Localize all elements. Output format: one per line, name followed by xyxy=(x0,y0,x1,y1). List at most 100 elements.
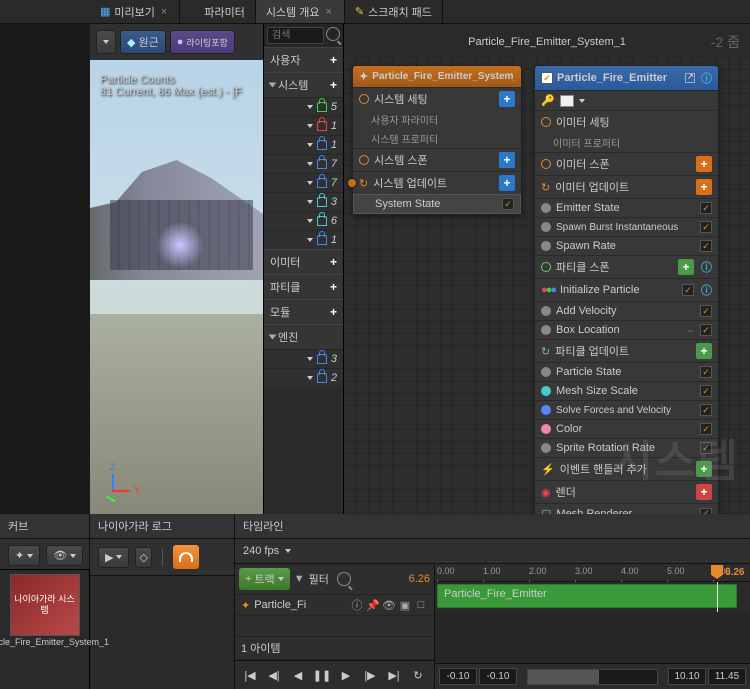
plus-icon[interactable]: + xyxy=(330,280,337,294)
system-node[interactable]: ✦ Particle_Fire_Emitter_System_1 시스템 세팅 … xyxy=(352,65,522,215)
plus-icon[interactable]: + xyxy=(330,78,337,92)
info-icon[interactable]: ⓘ xyxy=(701,259,712,275)
param-row[interactable]: 7 xyxy=(264,173,343,192)
track-row[interactable]: ✦ Particle_Fi ⓘ 📌 👁 ▣ □ xyxy=(235,595,434,616)
goto-end-button[interactable]: ▶| xyxy=(383,665,405,685)
solo-icon[interactable]: □ xyxy=(414,598,428,612)
checkbox[interactable] xyxy=(700,240,712,252)
emitter-clip[interactable]: Particle_Fire_Emitter xyxy=(437,584,737,608)
param-row[interactable]: 1 xyxy=(264,116,343,135)
row-emitter-update[interactable]: ↻ 이미터 업데이트 + xyxy=(535,175,718,198)
checkbox[interactable] xyxy=(700,442,712,454)
checkbox[interactable] xyxy=(700,202,712,214)
add-button[interactable]: + xyxy=(696,461,712,477)
clip-area[interactable]: Particle_Fire_Emitter 6.26 xyxy=(435,582,750,612)
param-row[interactable]: 3 xyxy=(264,192,343,211)
param-row[interactable]: 2 xyxy=(264,368,343,387)
play-button[interactable]: ▶ xyxy=(335,665,357,685)
row-sprite-rotation[interactable]: Sprite Rotation Rate xyxy=(535,438,718,457)
section-engine[interactable]: 엔진 xyxy=(264,324,343,349)
add-button[interactable]: + xyxy=(499,175,515,191)
tab-timeline[interactable]: 타임라인 xyxy=(243,518,283,534)
row-system-state[interactable]: System State xyxy=(353,194,521,214)
row-system-update[interactable]: ↻ 시스템 업데이트 + xyxy=(353,171,521,194)
chevron-down-icon[interactable] xyxy=(285,549,291,553)
time-ruler[interactable]: 0.001.002.003.004.005.006.007.008.009.00 xyxy=(435,564,750,582)
row-spawn-rate[interactable]: Spawn Rate xyxy=(535,236,718,255)
row-emitter-enable[interactable]: 🔑 xyxy=(535,90,718,110)
log-key-button[interactable]: ◇ xyxy=(135,547,151,568)
section-system[interactable]: 시스템 + xyxy=(264,72,343,97)
checkbox[interactable] xyxy=(700,221,712,233)
tab-overview[interactable]: 시스템 개요 × xyxy=(256,0,345,23)
row-particle-spawn[interactable]: 파티클 스폰 + ⓘ xyxy=(535,255,718,278)
add-button[interactable]: + xyxy=(499,152,515,168)
param-row[interactable]: 1 xyxy=(264,135,343,154)
tab-scratch[interactable]: ✎ 스크래치 패드 xyxy=(345,0,443,23)
checkbox[interactable] xyxy=(700,385,712,397)
checkbox[interactable] xyxy=(700,404,712,416)
checkbox[interactable] xyxy=(682,284,694,296)
row-solve-forces[interactable]: Solve Forces and Velocity xyxy=(535,400,718,419)
snap-button[interactable] xyxy=(173,545,199,569)
step-back-button[interactable]: ◀| xyxy=(263,665,285,685)
add-button[interactable]: + xyxy=(696,484,712,500)
color-swatch[interactable] xyxy=(560,95,574,107)
param-row[interactable]: 3 xyxy=(264,349,343,368)
node-header[interactable]: ✦ Particle_Fire_Emitter_System_1 xyxy=(353,66,521,87)
popout-icon[interactable] xyxy=(685,73,695,83)
row-user-params[interactable]: 사용자 파라미터 xyxy=(353,110,521,129)
lock-icon[interactable]: ▣ xyxy=(398,598,412,612)
row-add-velocity[interactable]: Add Velocity xyxy=(535,301,718,320)
row-color[interactable]: Color xyxy=(535,419,718,438)
log-play-button[interactable]: ▶ xyxy=(98,547,129,568)
section-module[interactable]: 모듈 + xyxy=(264,299,343,324)
time-start-inner[interactable]: -0.10 xyxy=(479,668,517,685)
row-emitter-spawn[interactable]: 이미터 스폰 + xyxy=(535,152,718,175)
add-track-button[interactable]: + 트랙 xyxy=(239,568,290,590)
graph-canvas[interactable]: ✦ Particle_Fire_Emitter_System_1 시스템 세팅 … xyxy=(344,57,750,532)
section-user[interactable]: 사용자 + xyxy=(264,47,343,72)
section-particle[interactable]: 파티클 + xyxy=(264,274,343,299)
row-system-settings[interactable]: 시스템 세팅 + xyxy=(353,87,521,110)
asset-thumbnail[interactable]: 나이아가라 시스템 xyxy=(10,574,80,636)
row-event-handler[interactable]: ⚡ 이벤트 핸들러 추가 + xyxy=(535,457,718,480)
pin-icon[interactable]: 📌 xyxy=(366,598,380,612)
checkbox[interactable] xyxy=(700,423,712,435)
viewport[interactable]: Particle Counts 81 Current, 86 Max (est.… xyxy=(90,60,263,514)
row-particle-state[interactable]: Particle State xyxy=(535,362,718,381)
row-render[interactable]: ◉ 렌더 + xyxy=(535,480,718,503)
pin-icon[interactable] xyxy=(347,178,357,188)
range-scrubber[interactable] xyxy=(527,669,658,685)
checkbox[interactable] xyxy=(700,324,712,336)
info-icon[interactable]: ⓘ xyxy=(350,598,364,612)
search-input[interactable] xyxy=(267,27,324,44)
row-emitter-settings[interactable]: 이미터 세팅 xyxy=(535,110,718,133)
goto-start-button[interactable]: |◀ xyxy=(239,665,261,685)
add-button[interactable]: + xyxy=(678,259,694,275)
pause-button[interactable]: ❚❚ xyxy=(311,665,333,685)
row-spawn-burst[interactable]: Spawn Burst Instantaneous xyxy=(535,217,718,236)
step-forward-button[interactable]: |▶ xyxy=(359,665,381,685)
add-button[interactable]: + xyxy=(696,343,712,359)
viewport-menu[interactable] xyxy=(96,30,116,54)
time-end-outer[interactable]: 11.45 xyxy=(708,668,746,685)
time-start-outer[interactable]: -0.10 xyxy=(439,668,477,685)
add-button[interactable]: + xyxy=(696,156,712,172)
row-emitter-props[interactable]: 이미터 프로퍼티 xyxy=(535,133,718,152)
param-row[interactable]: 7 xyxy=(264,154,343,173)
eye-icon[interactable]: 👁 xyxy=(382,598,396,612)
row-system-spawn[interactable]: 시스템 스폰 + xyxy=(353,148,521,171)
row-init-particle[interactable]: ●●●Initialize Particleⓘ xyxy=(535,278,718,301)
row-mesh-scale[interactable]: Mesh Size Scale xyxy=(535,381,718,400)
filter-icon[interactable]: ▼ xyxy=(294,573,305,585)
plus-icon[interactable]: + xyxy=(330,53,337,67)
row-box-location[interactable]: Box Location⇔ xyxy=(535,320,718,339)
node-header[interactable]: Particle_Fire_Emitter ⓘ xyxy=(535,66,718,90)
search-icon[interactable] xyxy=(326,27,340,41)
close-icon[interactable]: × xyxy=(159,6,169,18)
close-icon[interactable]: × xyxy=(323,6,333,18)
curve-add-button[interactable]: ✦ xyxy=(8,545,40,566)
tab-log[interactable]: 나이아가라 로그 xyxy=(98,518,172,534)
orbit-button[interactable]: ◆ 원근 xyxy=(120,30,166,54)
